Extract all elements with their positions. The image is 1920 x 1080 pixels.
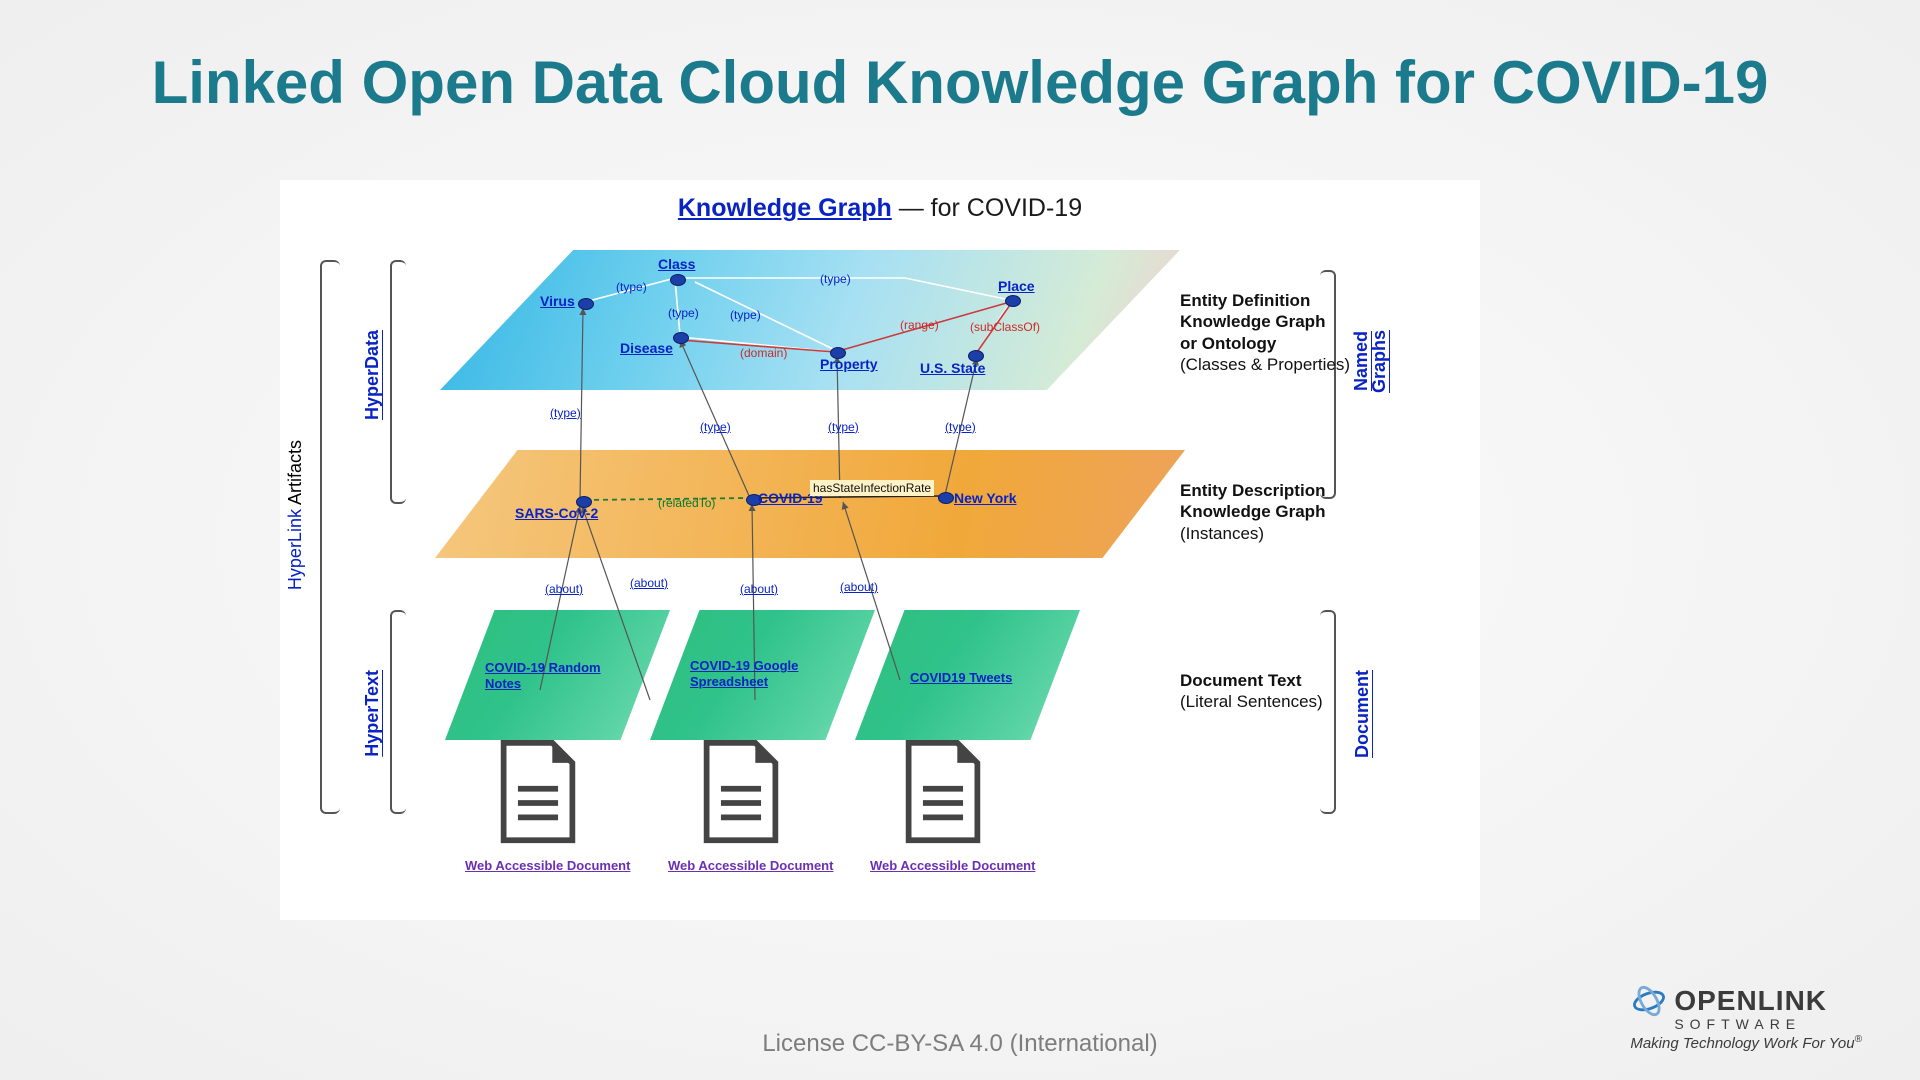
edge-relatedto: relatedTo <box>658 496 715 510</box>
edge-type-v2: type <box>700 420 731 434</box>
node-virus-dot <box>578 298 594 310</box>
plane-ontology <box>440 250 1180 390</box>
bracket-hyperlink <box>320 260 340 814</box>
edge-about-1: about <box>545 582 583 596</box>
node-class[interactable]: Class <box>658 256 695 272</box>
axis-hyperlink-artifacts: HyperLink Artifacts <box>285 440 306 590</box>
green-label-3[interactable]: COVID19 Tweets <box>910 670 1012 686</box>
green-label-1[interactable]: COVID-19 Random Notes <box>485 660 615 691</box>
node-class-dot <box>670 274 686 286</box>
node-disease-dot <box>673 332 689 344</box>
brand-logo: OPENLINK SOFTWARE Making Technology Work… <box>1630 982 1862 1052</box>
bracket-hypertext <box>390 610 406 814</box>
node-place-dot <box>1005 295 1021 307</box>
knowledge-graph-diagram: Knowledge Graph — for COVID-19 HyperLink… <box>280 180 1480 920</box>
axis-hypertext[interactable]: HyperText <box>362 670 383 757</box>
doc-link-3[interactable]: Web Accessible Document <box>870 858 1035 873</box>
edge-hasstate: hasStateInfectionRate <box>810 480 934 496</box>
axis-named-graphs[interactable]: NamedGraphs <box>1352 330 1388 393</box>
edge-type-4: type <box>820 272 851 286</box>
doc-link-1[interactable]: Web Accessible Document <box>465 858 630 873</box>
knowledge-graph-link[interactable]: Knowledge Graph <box>678 194 892 222</box>
edge-about-2: about <box>630 576 668 590</box>
page-title: Linked Open Data Cloud Knowledge Graph f… <box>0 48 1920 117</box>
edge-about-4: about <box>840 580 878 594</box>
edge-subclassof: subClassOf <box>970 320 1040 334</box>
edge-range: range <box>900 318 939 332</box>
node-ny-dot <box>938 492 954 504</box>
node-usstate[interactable]: U.S. State <box>920 360 985 376</box>
edge-about-3: about <box>740 582 778 596</box>
bracket-hyperdata <box>390 260 406 504</box>
brand-tagline: Making Technology Work For You® <box>1630 1034 1862 1052</box>
diagram-title: Knowledge Graph — for COVID-19 <box>280 194 1480 223</box>
hyperlink-link[interactable]: HyperLink <box>285 509 305 590</box>
document-icon-3 <box>900 740 986 846</box>
node-ny[interactable]: New York <box>954 490 1017 506</box>
node-disease[interactable]: Disease <box>620 340 673 356</box>
diagram-title-suffix: — for COVID-19 <box>892 194 1082 222</box>
edge-type-v1: type <box>550 406 581 420</box>
desc-instances: Entity Description Knowledge Graph (Inst… <box>1180 480 1325 544</box>
node-property[interactable]: Property <box>820 356 878 372</box>
document-icon-1 <box>495 740 581 846</box>
edge-type-v4: type <box>945 420 976 434</box>
desc-document: Document Text (Literal Sentences) <box>1180 670 1323 713</box>
document-icon-2 <box>698 740 784 846</box>
node-sars[interactable]: SARS-CoV-2 <box>515 505 598 521</box>
doc-link-2[interactable]: Web Accessible Document <box>668 858 833 873</box>
node-place[interactable]: Place <box>998 278 1035 294</box>
edge-type-1: type <box>616 280 647 294</box>
node-virus[interactable]: Virus <box>540 293 575 309</box>
edge-type-v3: type <box>828 420 859 434</box>
axis-hyperdata[interactable]: HyperData <box>362 330 383 420</box>
green-label-2[interactable]: COVID-19 Google Spreadsheet <box>690 658 800 689</box>
axis-document[interactable]: Document <box>1352 670 1373 758</box>
edge-type-2: type <box>668 306 699 320</box>
edge-type-3: type <box>730 308 761 322</box>
brand-sub: SOFTWARE <box>1674 1016 1862 1032</box>
openlink-icon <box>1630 982 1668 1020</box>
brand-name: OPENLINK <box>1674 985 1827 1017</box>
edge-domain: domain <box>740 346 787 360</box>
desc-ontology: Entity Definition Knowledge Graph or Ont… <box>1180 290 1350 375</box>
